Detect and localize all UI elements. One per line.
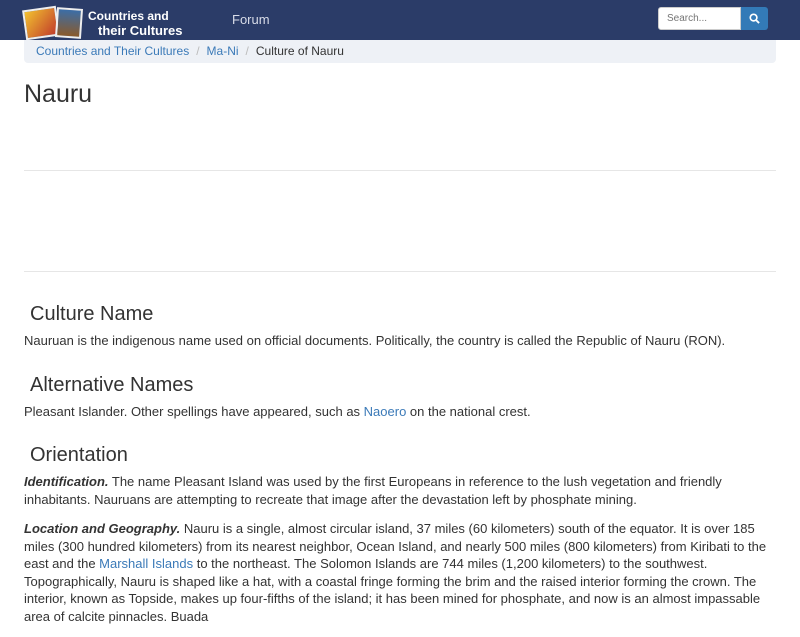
nav-forum-link[interactable]: Forum [232,12,270,27]
logo-image [54,7,84,39]
site-logo[interactable]: Countries and their Cultures [22,4,222,41]
paragraph: Pleasant Islander. Other spellings have … [24,403,776,421]
naoero-link[interactable]: Naoero [364,404,407,419]
section-heading: Orientation [30,444,128,466]
breadcrumb-link[interactable]: Ma-Ni [207,44,239,58]
paragraph: Nauruan is the indigenous name used on o… [24,333,726,348]
section-heading: Culture Name [30,303,154,325]
search-button[interactable] [741,7,768,30]
divider [24,271,776,272]
search-input[interactable] [658,7,741,30]
text: on the national crest. [406,403,531,419]
identification-label: Identification. [24,474,109,489]
logo-text: their Cultures [98,23,183,38]
page-title: Nauru [24,80,93,108]
logo-text: Countries and [88,9,169,23]
search-icon [749,13,760,24]
divider [24,170,776,171]
location-label: Location and Geography. [24,521,181,536]
article: Culture Name Nauruan is the indigenous n… [24,303,776,637]
text: Pleasant Islander. Other spellings have … [24,403,364,419]
marshall-islands-link[interactable]: Marshall Islands [99,556,193,571]
breadcrumb-link[interactable]: Countries and Their Cultures [36,44,189,58]
paragraph: Location and Geography. Nauru is a singl… [24,520,776,625]
breadcrumb: Countries and Their Cultures / Ma-Ni / Cultu… [24,40,776,63]
breadcrumb-current: Culture of Nauru [255,44,344,58]
section-heading: Alternative Names [30,373,194,396]
navbar: Countries and their Cultures Forum [0,0,800,41]
text: The name Pleasant Island was used by the… [24,474,722,507]
paragraph: Identification. The name Pleasant Island… [24,473,776,508]
